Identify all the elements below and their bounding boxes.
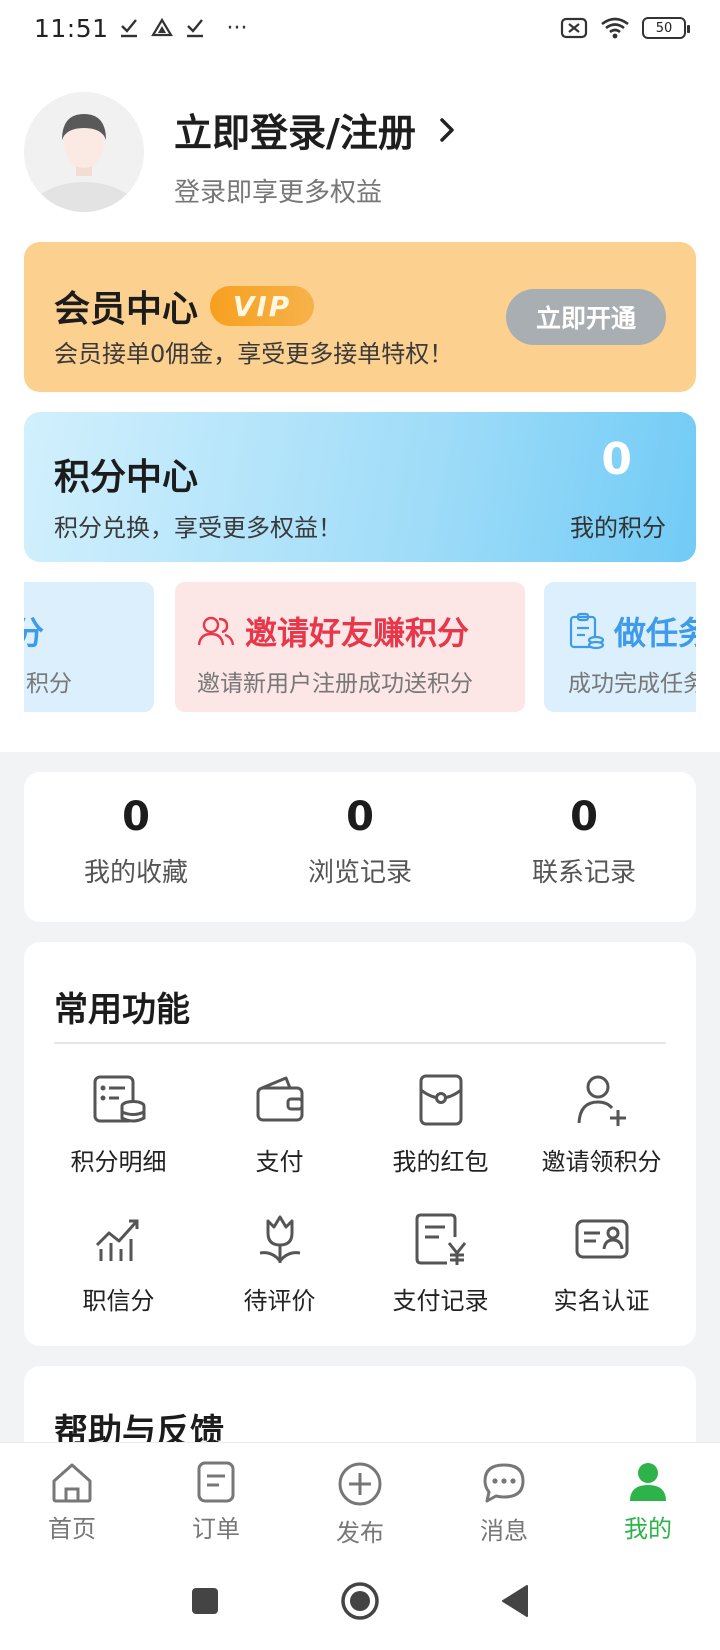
stat-label: 浏览记录 bbox=[307, 858, 412, 888]
id-card-icon bbox=[575, 1219, 628, 1259]
func-invite-points[interactable]: 邀请领积分 bbox=[521, 1068, 682, 1177]
download-done-icon bbox=[186, 19, 203, 38]
func-payment-records[interactable]: 支付记录 bbox=[360, 1207, 521, 1316]
my-points-value: 0 bbox=[601, 434, 632, 485]
user-icon bbox=[630, 1463, 666, 1501]
tab-label: 消息 bbox=[480, 1517, 528, 1545]
vip-title: 会员中心 bbox=[54, 289, 199, 330]
func-label: 待评价 bbox=[243, 1287, 316, 1315]
default-avatar-icon bbox=[24, 92, 144, 212]
func-red-packet[interactable]: 我的红包 bbox=[360, 1068, 521, 1177]
points-title: 积分中心 bbox=[54, 457, 199, 498]
tab-orders[interactable]: 订单 bbox=[144, 1443, 288, 1552]
stats-card: 0 我的收藏 0 浏览记录 0 联系记录 bbox=[24, 772, 696, 922]
login-subtitle: 登录即享更多权益 bbox=[174, 178, 383, 208]
tab-mine[interactable]: 我的 bbox=[576, 1443, 720, 1552]
status-bar: 11:51 ··· 50 bbox=[0, 0, 720, 56]
func-label: 我的红包 bbox=[392, 1148, 489, 1176]
tab-messages[interactable]: 消息 bbox=[432, 1443, 576, 1552]
promo-title: 分 bbox=[24, 614, 44, 652]
func-label: 支付记录 bbox=[392, 1287, 489, 1315]
payment-record-icon bbox=[415, 1213, 466, 1265]
tab-home[interactable]: 首页 bbox=[0, 1443, 144, 1552]
stat-favorites[interactable]: 0 我的收藏 bbox=[24, 772, 248, 922]
system-navigation-bar bbox=[0, 1552, 720, 1650]
wifi-icon bbox=[601, 17, 629, 39]
login-title: 立即登录/注册 bbox=[174, 111, 416, 155]
promo-card-invite[interactable]: 邀请好友赚积分 邀请新用户注册成功送积分 bbox=[175, 582, 525, 712]
vip-badge: VIP bbox=[210, 286, 315, 326]
func-pending-review[interactable]: 待评价 bbox=[199, 1207, 360, 1316]
credit-chart-icon bbox=[95, 1219, 138, 1261]
func-label: 实名认证 bbox=[553, 1287, 650, 1315]
home-icon bbox=[52, 1463, 92, 1503]
points-detail-icon bbox=[93, 1075, 145, 1123]
func-label: 积分明细 bbox=[70, 1148, 167, 1176]
stat-label: 联系记录 bbox=[531, 858, 636, 888]
stat-browse-history[interactable]: 0 浏览记录 bbox=[248, 772, 472, 922]
func-credit-score[interactable]: 职信分 bbox=[38, 1207, 199, 1316]
promo-title: 做任务 bbox=[614, 614, 696, 652]
vip-center-card[interactable]: 会员中心 VIP 会员接单0佣金，享受更多接单特权！ 立即开通 bbox=[24, 242, 696, 392]
promo-desc: 邀请新用户注册成功送积分 bbox=[197, 671, 473, 697]
battery-level: 50 bbox=[655, 20, 673, 36]
promo-carousel[interactable]: 分 积分 邀请好友赚积分 邀请新用户注册成功送积分 做任务 成功完成任务 bbox=[24, 582, 696, 712]
tab-publish[interactable]: 发布 bbox=[288, 1443, 432, 1552]
order-icon bbox=[197, 1461, 235, 1503]
func-label: 职信分 bbox=[82, 1287, 155, 1315]
divider bbox=[54, 1042, 666, 1044]
bottom-tab-bar: 首页 订单 发布 消息 我的 bbox=[0, 1442, 720, 1552]
func-label: 支付 bbox=[255, 1148, 304, 1176]
home-circle-icon[interactable] bbox=[340, 1581, 380, 1621]
status-time: 11:51 bbox=[34, 13, 109, 43]
login-register-link[interactable]: 立即登录/注册 bbox=[174, 102, 456, 157]
func-payment[interactable]: 支付 bbox=[199, 1068, 360, 1177]
wallet-icon bbox=[256, 1076, 303, 1122]
battery-icon: 50 bbox=[642, 17, 690, 39]
stat-value: 0 bbox=[122, 794, 150, 840]
message-icon bbox=[483, 1463, 525, 1503]
task-clipboard-icon bbox=[569, 612, 604, 650]
tab-label: 发布 bbox=[336, 1519, 384, 1547]
points-center-card[interactable]: 积分中心 积分兑换，享受更多权益！ 0 我的积分 bbox=[24, 412, 696, 562]
section-title: 常用功能 bbox=[54, 990, 190, 1030]
sim-disabled-icon bbox=[560, 17, 588, 39]
open-vip-button[interactable]: 立即开通 bbox=[506, 289, 666, 345]
promo-card-task[interactable]: 做任务 成功完成任务 bbox=[544, 582, 696, 712]
tab-label: 首页 bbox=[48, 1515, 96, 1543]
stat-value: 0 bbox=[346, 794, 374, 840]
promo-title: 邀请好友赚积分 bbox=[245, 614, 470, 652]
recent-apps-icon[interactable] bbox=[190, 1586, 220, 1616]
chevron-right-icon bbox=[440, 117, 454, 142]
publish-plus-icon bbox=[338, 1462, 382, 1506]
vip-description: 会员接单0佣金，享受更多接单特权！ bbox=[54, 340, 454, 368]
stat-value: 0 bbox=[570, 794, 598, 840]
stat-label: 我的收藏 bbox=[83, 858, 188, 888]
func-points-detail[interactable]: 积分明细 bbox=[38, 1068, 199, 1177]
notification-icons: ··· bbox=[119, 16, 248, 41]
my-points-label: 我的积分 bbox=[570, 514, 666, 542]
points-description: 积分兑换，享受更多权益！ bbox=[54, 514, 342, 542]
tab-label: 订单 bbox=[192, 1515, 240, 1543]
func-label: 邀请领积分 bbox=[541, 1148, 662, 1176]
invite-user-icon bbox=[577, 1075, 626, 1126]
func-real-name-verification[interactable]: 实名认证 bbox=[521, 1207, 682, 1316]
more-notifications-icon: ··· bbox=[226, 15, 248, 41]
download-done-icon bbox=[120, 19, 137, 38]
red-packet-icon bbox=[419, 1074, 462, 1126]
promo-desc: 积分 bbox=[26, 671, 72, 697]
invite-friends-icon bbox=[197, 616, 235, 646]
profile-header[interactable]: 立即登录/注册 登录即享更多权益 bbox=[24, 92, 704, 212]
stat-contact-history[interactable]: 0 联系记录 bbox=[472, 772, 696, 922]
back-triangle-icon[interactable] bbox=[500, 1584, 530, 1618]
avatar[interactable] bbox=[24, 92, 144, 212]
tulip-icon bbox=[259, 1215, 300, 1263]
tab-label: 我的 bbox=[624, 1515, 672, 1543]
promo-desc: 成功完成任务 bbox=[568, 671, 696, 697]
promo-card-points[interactable]: 分 积分 bbox=[24, 582, 154, 712]
common-functions-card: 常用功能 积分明细 支付 我的红包 邀请领积分 职信分 待评价 支付记录 实名认… bbox=[24, 942, 696, 1346]
drive-icon bbox=[150, 18, 173, 37]
